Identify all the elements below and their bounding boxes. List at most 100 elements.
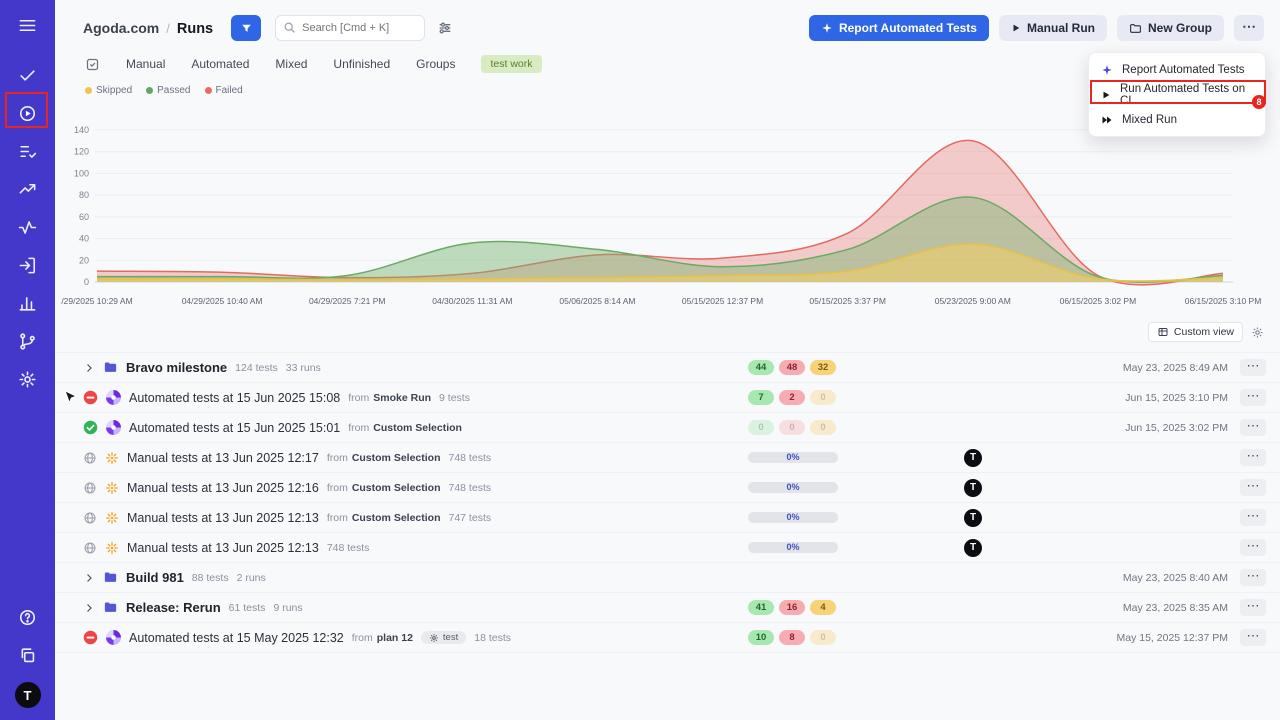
import-icon[interactable]: [0, 246, 55, 284]
run-source: Custom Selection: [352, 512, 441, 524]
copy-icon[interactable]: [0, 636, 55, 674]
tab-groups[interactable]: Groups: [416, 57, 455, 71]
row-more-button[interactable]: ⋯: [1240, 479, 1266, 496]
row-more-button[interactable]: ⋯: [1240, 629, 1266, 646]
table-row[interactable]: Manual tests at 13 Jun 2025 12:13 from C…: [55, 503, 1280, 533]
svg-text:60: 60: [79, 212, 89, 222]
expand-chevron-icon[interactable]: [83, 362, 95, 374]
run-title[interactable]: Manual tests at 13 Jun 2025 12:16: [127, 481, 319, 495]
new-group-button[interactable]: New Group: [1117, 15, 1224, 41]
table-row[interactable]: Build 981 88 tests 2 runs May 23, 2025 8…: [55, 563, 1280, 593]
manual-run-button[interactable]: Manual Run: [999, 15, 1107, 41]
legend-passed: Passed: [146, 85, 190, 96]
chart-x-axis: /29/2025 10:29 AM04/29/2025 10:40 AM04/2…: [73, 294, 1273, 308]
breadcrumb-project[interactable]: Agoda.com: [83, 20, 159, 36]
trending-up-icon[interactable]: [0, 170, 55, 208]
tab-automated[interactable]: Automated: [191, 57, 249, 71]
select-all-icon[interactable]: [85, 57, 100, 72]
svg-text:0: 0: [84, 277, 89, 287]
expand-chevron-icon[interactable]: [83, 572, 95, 584]
row-more-button[interactable]: ⋯: [1240, 389, 1266, 406]
group-title[interactable]: Release: Rerun: [126, 600, 221, 615]
assignee-avatar[interactable]: T: [964, 539, 982, 557]
tests-count: 124 tests: [235, 362, 278, 374]
sliders-icon[interactable]: [437, 20, 453, 36]
run-title[interactable]: Manual tests at 13 Jun 2025 12:13: [127, 541, 319, 555]
menu-item-run-automated-tests-on-ci[interactable]: Run Automated Tests on CI: [1089, 82, 1265, 107]
tag-test-work[interactable]: test work: [481, 55, 541, 73]
expand-chevron-icon[interactable]: [83, 602, 95, 614]
progress-percent: 0%: [748, 542, 838, 553]
tab-mixed[interactable]: Mixed: [275, 57, 307, 71]
tab-manual[interactable]: Manual: [126, 57, 165, 71]
gear-icon[interactable]: [0, 360, 55, 398]
assignee-avatar[interactable]: T: [964, 449, 982, 467]
row-more-button[interactable]: ⋯: [1240, 539, 1266, 556]
failed-dot-icon: [205, 87, 212, 94]
table-row[interactable]: Manual tests at 13 Jun 2025 12:13 748 te…: [55, 533, 1280, 563]
table-row[interactable]: Automated tests at 15 Jun 2025 15:08 fro…: [55, 383, 1280, 413]
row-more-button[interactable]: ⋯: [1240, 509, 1266, 526]
checklist-icon[interactable]: [0, 132, 55, 170]
menu-item-report-automated-tests[interactable]: Report Automated Tests: [1089, 57, 1265, 82]
view-settings-gear-icon[interactable]: [1251, 326, 1264, 339]
table-row[interactable]: Manual tests at 13 Jun 2025 12:17 from C…: [55, 443, 1280, 473]
run-actions-menu: Report Automated Tests Run Automated Tes…: [1088, 52, 1266, 137]
globe-icon: [83, 481, 97, 495]
run-date: Jun 15, 2025 3:10 PM: [1048, 392, 1228, 404]
runs-play-icon[interactable]: [0, 94, 55, 132]
header-more-button[interactable]: ⋯: [1234, 15, 1264, 41]
row-more-button[interactable]: ⋯: [1240, 599, 1266, 616]
passed-dot-icon: [146, 87, 153, 94]
table-row[interactable]: Automated tests at 15 May 2025 12:32 fro…: [55, 623, 1280, 653]
page-title: Runs: [177, 21, 213, 37]
table-row[interactable]: Automated tests at 15 Jun 2025 15:01 fro…: [55, 413, 1280, 443]
run-tag[interactable]: test: [421, 631, 466, 644]
folder-icon: [103, 360, 118, 375]
svg-text:20: 20: [79, 255, 89, 265]
run-date: May 23, 2025 8:35 AM: [1048, 602, 1228, 614]
report-automated-tests-button[interactable]: Report Automated Tests: [809, 15, 989, 41]
workspace-logo[interactable]: T: [15, 682, 41, 708]
progress-bar: 0%: [748, 482, 838, 493]
custom-view-button[interactable]: Custom view: [1148, 322, 1243, 342]
annotation-step-badge: 8: [1252, 95, 1266, 109]
group-title[interactable]: Bravo milestone: [126, 360, 227, 375]
menu-icon[interactable]: [0, 8, 55, 42]
header-actions: Report Automated Tests Manual Run New Gr…: [809, 15, 1264, 41]
folder-icon: [103, 600, 118, 615]
run-title[interactable]: Automated tests at 15 Jun 2025 15:01: [129, 421, 340, 435]
bar-chart-icon[interactable]: [0, 284, 55, 322]
x-tick-label: 05/23/2025 9:00 AM: [935, 296, 1011, 306]
run-date: Jun 15, 2025 3:02 PM: [1048, 422, 1228, 434]
automated-run-icon: [106, 630, 121, 645]
row-more-button[interactable]: ⋯: [1240, 359, 1266, 376]
sparkle-icon: [1101, 64, 1113, 76]
failed-badge: 2: [779, 390, 805, 405]
table-row[interactable]: Manual tests at 13 Jun 2025 12:16 from C…: [55, 473, 1280, 503]
help-icon[interactable]: [0, 598, 55, 636]
assignee-avatar[interactable]: T: [964, 509, 982, 527]
assignee-avatar[interactable]: T: [964, 479, 982, 497]
run-title[interactable]: Automated tests at 15 Jun 2025 15:08: [129, 391, 340, 405]
table-row[interactable]: Bravo milestone 124 tests 33 runs 44 48 …: [55, 353, 1280, 383]
activity-icon[interactable]: [0, 208, 55, 246]
run-title[interactable]: Manual tests at 13 Jun 2025 12:13: [127, 511, 319, 525]
menu-item-mixed-run[interactable]: Mixed Run: [1089, 107, 1265, 132]
row-more-button[interactable]: ⋯: [1240, 449, 1266, 466]
filter-button[interactable]: [231, 15, 261, 41]
row-more-button[interactable]: ⋯: [1240, 419, 1266, 436]
passed-badge: 44: [748, 360, 774, 375]
check-icon[interactable]: [0, 56, 55, 94]
tests-count: 747 tests: [449, 512, 492, 524]
run-title[interactable]: Manual tests at 13 Jun 2025 12:17: [127, 451, 319, 465]
tests-count: 61 tests: [229, 602, 266, 614]
legend-failed: Failed: [205, 85, 243, 96]
table-row[interactable]: Release: Rerun 61 tests 9 runs 41 16 4 M…: [55, 593, 1280, 623]
row-more-button[interactable]: ⋯: [1240, 569, 1266, 586]
run-title[interactable]: Automated tests at 15 May 2025 12:32: [129, 631, 344, 645]
group-title[interactable]: Build 981: [126, 570, 184, 585]
git-branch-icon[interactable]: [0, 322, 55, 360]
tab-unfinished[interactable]: Unfinished: [333, 57, 390, 71]
search-input[interactable]: [275, 15, 425, 41]
